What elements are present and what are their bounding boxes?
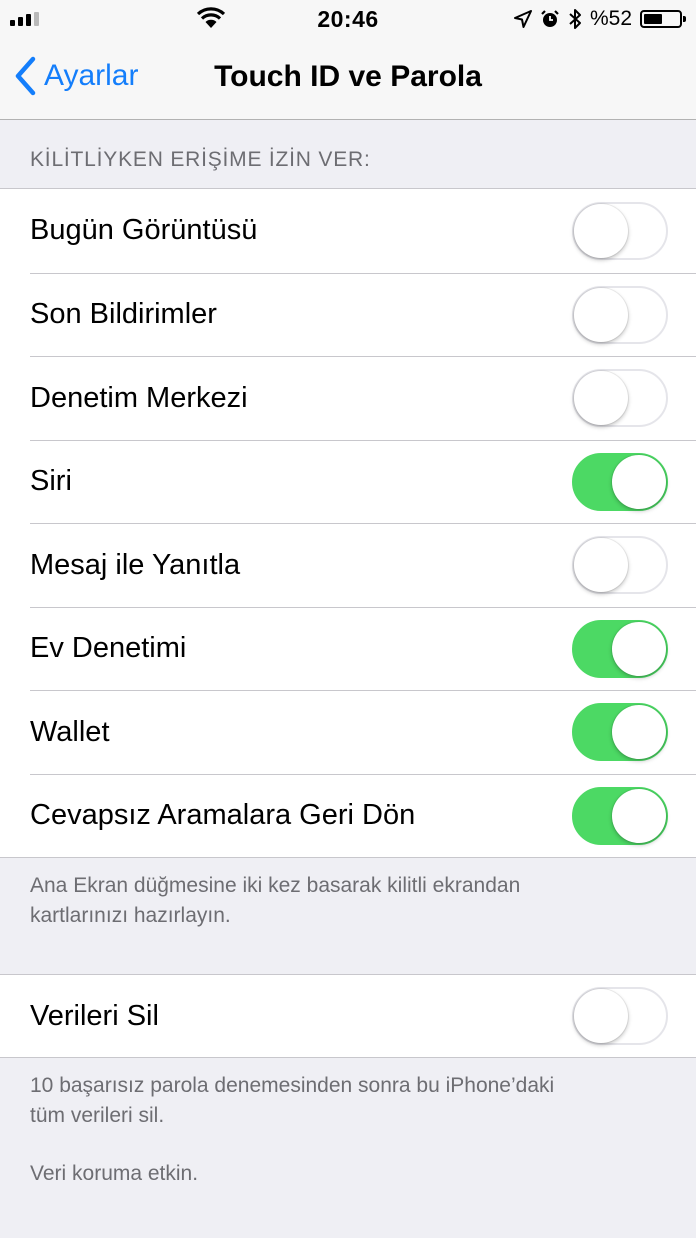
siri-toggle[interactable] bbox=[572, 452, 668, 511]
toggle-knob bbox=[612, 454, 666, 509]
toggle-knob bbox=[574, 287, 628, 342]
row-label: Cevapsız Aramalara Geri Dön bbox=[30, 799, 416, 832]
section-footer: Ana Ekran düğmesine iki kez basarak kili… bbox=[30, 871, 670, 931]
today-view-toggle[interactable] bbox=[572, 201, 668, 260]
navigation-bar: Ayarlar Touch ID ve Parola bbox=[0, 38, 696, 120]
control-center-toggle[interactable] bbox=[572, 369, 668, 428]
settings-row-siri: Siri bbox=[0, 439, 696, 524]
section-footer-line-2: kartlarınızı hazırlayın. bbox=[30, 904, 231, 927]
return-missed-calls-toggle[interactable] bbox=[572, 786, 668, 845]
wallet-toggle[interactable] bbox=[572, 703, 668, 762]
status-right: %52 bbox=[513, 6, 686, 32]
erase-data-toggle[interactable] bbox=[572, 987, 668, 1045]
toggle-knob bbox=[574, 989, 628, 1043]
settings-row-recent-notifications: Son Bildirimler bbox=[0, 272, 696, 357]
lock-access-list: Bugün Görüntüsü Son Bildirimler Denetim … bbox=[0, 188, 696, 858]
toggle-knob bbox=[574, 371, 628, 426]
toggle-knob bbox=[574, 538, 628, 593]
battery-icon bbox=[640, 10, 686, 28]
alarm-icon bbox=[541, 10, 559, 27]
home-control-toggle[interactable] bbox=[572, 619, 668, 678]
battery-percent: %52 bbox=[589, 7, 632, 30]
row-label: Verileri Sil bbox=[30, 999, 159, 1032]
row-label: Denetim Merkezi bbox=[30, 381, 248, 414]
row-label: Son Bildirimler bbox=[30, 298, 217, 331]
page-title: Touch ID ve Parola bbox=[214, 60, 482, 93]
toggle-knob bbox=[612, 705, 666, 760]
row-label: Bugün Görüntüsü bbox=[30, 214, 258, 247]
settings-row-home-control: Ev Denetimi bbox=[0, 606, 696, 691]
bluetooth-icon bbox=[569, 9, 581, 29]
settings-row-erase-data: Verileri Sil bbox=[0, 975, 696, 1057]
toggle-knob bbox=[574, 203, 628, 258]
section-header: KİLİTLİYKEN ERİŞİME İZİN VER: bbox=[30, 148, 371, 171]
toggle-knob bbox=[612, 621, 666, 676]
recent-notifications-toggle[interactable] bbox=[572, 285, 668, 344]
row-label: Mesaj ile Yanıtla bbox=[30, 548, 241, 581]
settings-row-reply-with-message: Mesaj ile Yanıtla bbox=[0, 523, 696, 607]
settings-row-wallet: Wallet bbox=[0, 690, 696, 774]
data-protection-note: Veri koruma etkin. bbox=[30, 1162, 199, 1185]
row-label: Wallet bbox=[30, 715, 110, 748]
settings-row-control-center: Denetim Merkezi bbox=[0, 356, 696, 440]
erase-footer-line-2: tüm verileri sil. bbox=[30, 1104, 165, 1127]
settings-row-today-view: Bugün Görüntüsü bbox=[0, 189, 696, 273]
erase-footer-line-1: 10 başarısız parola denemesinden sonra b… bbox=[30, 1074, 555, 1097]
reply-with-message-toggle[interactable] bbox=[572, 536, 668, 595]
row-label: Siri bbox=[30, 465, 72, 498]
toggle-knob bbox=[612, 788, 666, 843]
status-bar: 20:46 %52 bbox=[0, 0, 696, 38]
location-arrow-icon bbox=[513, 10, 532, 28]
settings-row-return-missed-calls: Cevapsız Aramalara Geri Dön bbox=[0, 773, 696, 858]
battery-fill bbox=[644, 14, 662, 24]
section-footer-line-1: Ana Ekran düğmesine iki kez basarak kili… bbox=[30, 874, 521, 897]
row-label: Ev Denetimi bbox=[30, 632, 187, 665]
erase-data-list: Verileri Sil bbox=[0, 974, 696, 1058]
erase-footer: 10 başarısız parola denemesinden sonra b… bbox=[30, 1071, 670, 1189]
